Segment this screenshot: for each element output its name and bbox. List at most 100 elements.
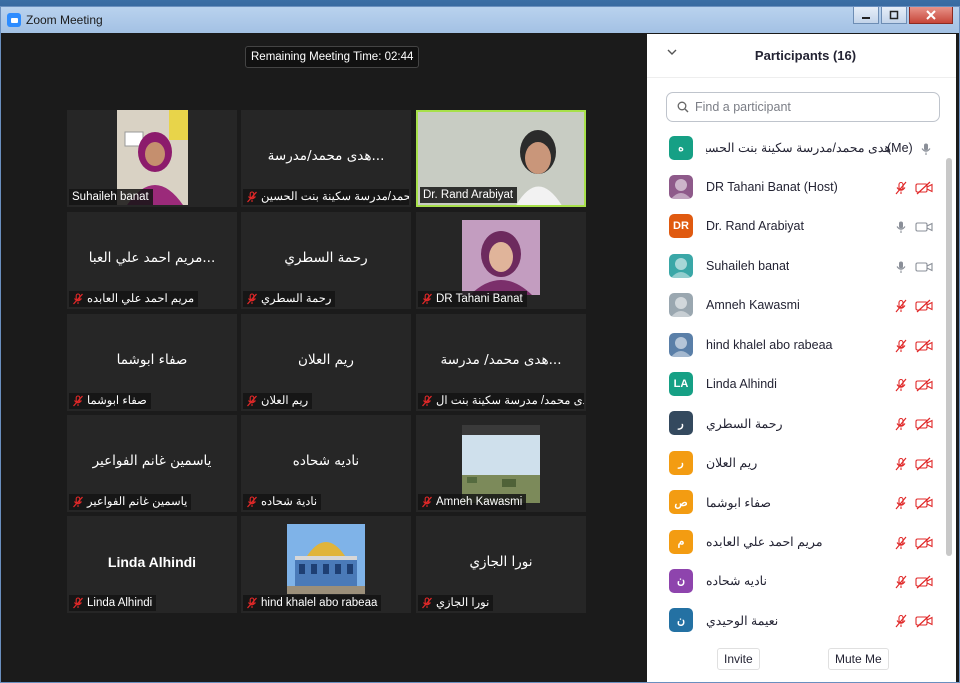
tile-name-label: Amneh Kawasmi (418, 494, 527, 510)
video-off-icon[interactable] (915, 298, 933, 313)
remaining-time-badge: Remaining Meeting Time: 02:44 (245, 46, 420, 68)
tile-display-name: Linda Alhindi (107, 554, 197, 570)
participant-row[interactable]: hind khalel abo rabeaa (647, 325, 947, 364)
mic-muted-icon[interactable] (894, 416, 908, 431)
maximize-button[interactable] (881, 7, 907, 24)
participant-search[interactable] (666, 92, 940, 122)
participants-title: Participants (16) (754, 48, 857, 63)
avatar (669, 293, 693, 318)
avatar: ن (669, 568, 693, 593)
me-tag: (Me) (887, 140, 913, 155)
video-off-icon[interactable] (915, 535, 933, 550)
participant-list-scrollbar[interactable] (945, 128, 953, 636)
participant-row[interactable]: ص صفاء ابوشما (647, 483, 947, 522)
title-bar[interactable]: Zoom Meeting (1, 7, 959, 33)
video-tile[interactable]: ناديه شحاده نادية شحاده (241, 415, 411, 512)
mic-muted-icon[interactable] (894, 338, 908, 353)
mic-muted-icon[interactable] (894, 377, 908, 392)
participant-row[interactable]: ر رحمة السطري (647, 404, 947, 443)
mic-muted-icon[interactable] (894, 535, 908, 549)
video-tile[interactable]: رحمة السطري رحمة السطري (241, 212, 411, 309)
video-tile[interactable]: ريم العلان ريم العلان (241, 314, 411, 411)
video-off-icon[interactable] (915, 180, 933, 195)
video-tile[interactable]: هدى محمد/مدرسة... هدى محمد/مدرسة سكينة بن… (241, 110, 411, 207)
video-off-icon[interactable] (915, 574, 933, 589)
participant-row[interactable]: ه هدى محمد/مدرسة سكينة بنت الحسين الا...(… (647, 128, 947, 167)
participant-name: ناديه شحاده (706, 574, 767, 589)
mic-muted-icon[interactable] (894, 613, 908, 628)
mic-muted-icon[interactable] (894, 456, 908, 471)
video-camera-icon[interactable] (915, 219, 933, 233)
participant-video (462, 220, 540, 299)
scrollbar-thumb[interactable] (946, 158, 952, 556)
mic-muted-icon[interactable] (894, 180, 908, 195)
video-off-icon[interactable] (915, 495, 933, 510)
participant-row[interactable]: DR Dr. Rand Arabiyat (647, 207, 947, 246)
avatar (669, 175, 693, 200)
video-camera-icon[interactable] (915, 259, 933, 273)
video-tile[interactable]: DR Tahani Banat (416, 212, 586, 309)
tile-label-text: Suhaileh banat (72, 191, 149, 203)
mic-muted-icon (246, 597, 258, 609)
tile-display-name: هدى محمد/مدرسة... (267, 148, 385, 164)
tile-label-text: ريم العلان (261, 395, 309, 407)
minimize-button[interactable] (853, 7, 879, 24)
tile-label-text: Linda Alhindi (87, 597, 153, 609)
microphone-icon[interactable] (894, 259, 908, 273)
avatar: ص (669, 490, 693, 515)
participant-row[interactable]: ن نعيمة الوحيدي (647, 601, 947, 636)
video-tile[interactable]: hind khalel abo rabeaa (241, 516, 411, 613)
video-off-icon[interactable] (915, 338, 933, 353)
window-controls (853, 7, 953, 33)
video-tile[interactable]: Dr. Rand Arabiyat (416, 110, 586, 207)
tile-name-label: Suhaileh banat (69, 189, 153, 205)
video-tile[interactable]: صفاء ابوشما صفاء ابوشما (67, 314, 237, 411)
mic-muted-icon[interactable] (894, 495, 908, 510)
tile-name-label: نورا الجازي (418, 595, 494, 611)
video-off-icon[interactable] (915, 613, 933, 628)
participant-row[interactable]: Suhaileh banat (647, 246, 947, 285)
avatar: ن (669, 608, 693, 633)
mic-muted-icon (421, 395, 433, 407)
video-off-icon[interactable] (915, 377, 933, 392)
participant-name: Suhaileh banat (706, 258, 790, 273)
avatar: ر (669, 411, 693, 436)
video-tile[interactable]: Amneh Kawasmi (416, 415, 586, 512)
video-tile[interactable]: هدى محمد/ مدرسة... هدى محمد/ مدرسة سكينة … (416, 314, 586, 411)
mic-muted-icon[interactable] (894, 574, 908, 589)
video-off-icon[interactable] (915, 416, 933, 431)
tile-name-label: نادية شحاده (243, 494, 322, 510)
video-tile[interactable]: ياسمين غانم الفواعير ياسمين غانم الفواعير (67, 415, 237, 512)
participant-row[interactable]: ر ريم العلان (647, 443, 947, 482)
tile-label-text: Amneh Kawasmi (436, 496, 523, 508)
video-tile[interactable]: Linda Alhindi Linda Alhindi (67, 516, 237, 613)
mic-muted-icon (72, 395, 84, 407)
participant-row[interactable]: ن ناديه شحاده (647, 561, 947, 600)
participant-row[interactable]: م مريم احمد علي العابده (647, 522, 947, 561)
close-button[interactable] (909, 7, 953, 24)
participant-name: صفاء ابوشما (706, 495, 772, 510)
tile-display-name: رحمة السطري (284, 250, 368, 266)
video-off-icon[interactable] (915, 456, 933, 471)
tile-label-text: هدى محمد/مدرسة سكينة بنت الحسين... (261, 191, 409, 203)
mute-me-button[interactable]: Mute Me (828, 648, 889, 670)
participant-row[interactable]: Amneh Kawasmi (647, 286, 947, 325)
video-tile[interactable]: نورا الجازي نورا الجازي (416, 516, 586, 613)
participant-row[interactable]: LA Linda Alhindi (647, 364, 947, 403)
window-title: Zoom Meeting (26, 13, 103, 27)
microphone-icon[interactable] (919, 141, 933, 155)
tile-name-label: ياسمين غانم الفواعير (69, 494, 192, 510)
mic-muted-icon (246, 496, 258, 508)
search-input[interactable] (695, 100, 925, 114)
mic-muted-icon[interactable] (894, 298, 908, 313)
avatar: م (669, 529, 693, 554)
video-tile[interactable]: مريم احمد علي العبا... مريم احمد علي العا… (67, 212, 237, 309)
tile-display-name: صفاء ابوشما (116, 352, 188, 368)
participant-name: مريم احمد علي العابده (706, 535, 823, 550)
mic-muted-icon (246, 293, 258, 305)
microphone-icon[interactable] (894, 219, 908, 234)
tile-label-text: DR Tahani Banat (436, 293, 523, 305)
invite-button[interactable]: Invite (717, 648, 760, 670)
participant-row[interactable]: DR Tahani Banat (Host) (647, 167, 947, 206)
video-tile[interactable]: Suhaileh banat (67, 110, 237, 207)
